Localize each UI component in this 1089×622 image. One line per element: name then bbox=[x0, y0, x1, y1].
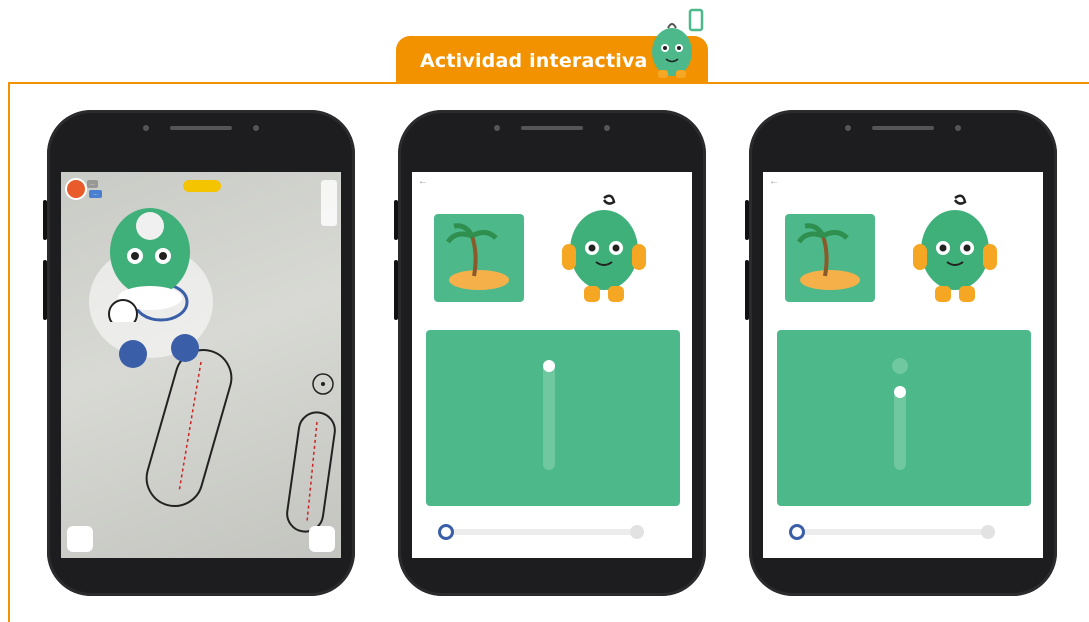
progress-slider-track[interactable] bbox=[446, 529, 636, 535]
phone-ar-game: … … bbox=[43, 110, 355, 596]
phone-power-button bbox=[43, 260, 47, 320]
back-arrow-icon[interactable]: ← bbox=[418, 176, 428, 187]
progress-slider-knob[interactable] bbox=[438, 524, 454, 540]
phone-trace-1: ← bbox=[394, 110, 706, 596]
letter-i-dot bbox=[892, 358, 908, 374]
phone-sensor bbox=[253, 125, 259, 131]
phone-speaker bbox=[872, 126, 934, 130]
letter-trace-area[interactable] bbox=[426, 330, 680, 506]
mascot-character bbox=[562, 194, 646, 302]
letter-i-stroke bbox=[894, 386, 906, 470]
progress-slider-end bbox=[630, 525, 644, 539]
inventory-button[interactable] bbox=[67, 526, 93, 552]
activity-tab-label: Actividad interactiva bbox=[420, 50, 648, 72]
letter-trace-area[interactable] bbox=[777, 330, 1031, 506]
trace-start-point[interactable] bbox=[894, 386, 906, 398]
phone-camera bbox=[143, 125, 149, 131]
phone-speaker bbox=[170, 126, 232, 130]
island-image-card[interactable] bbox=[434, 214, 524, 302]
trace-start-point[interactable] bbox=[543, 360, 555, 372]
phone-camera bbox=[845, 125, 851, 131]
trace-screen: ← bbox=[763, 172, 1043, 558]
ar-screen[interactable]: … … bbox=[61, 172, 341, 558]
island-image-card[interactable] bbox=[785, 214, 875, 302]
back-arrow-icon[interactable]: ← bbox=[769, 176, 779, 187]
progress-slider-end bbox=[981, 525, 995, 539]
phone-volume-button bbox=[43, 200, 47, 240]
phone-power-button bbox=[394, 260, 398, 320]
progress-slider-track[interactable] bbox=[797, 529, 987, 535]
phone-sensor bbox=[604, 125, 610, 131]
palm-island-icon bbox=[445, 223, 509, 290]
phone-sensor bbox=[955, 125, 961, 131]
phone-volume-button bbox=[394, 200, 398, 240]
record-button[interactable] bbox=[309, 526, 335, 552]
phone-camera bbox=[494, 125, 500, 131]
mascot-character bbox=[108, 208, 190, 322]
palm-island-icon bbox=[796, 223, 860, 290]
mascot-icon bbox=[652, 8, 704, 78]
phone-speaker bbox=[521, 126, 583, 130]
trace-screen: ← bbox=[412, 172, 692, 558]
phone-volume-button bbox=[745, 200, 749, 240]
phone-trace-2: ← bbox=[745, 110, 1057, 596]
progress-slider-knob[interactable] bbox=[789, 524, 805, 540]
mascot-character bbox=[913, 194, 997, 302]
letter-i-stroke bbox=[543, 360, 555, 470]
phone-power-button bbox=[745, 260, 749, 320]
